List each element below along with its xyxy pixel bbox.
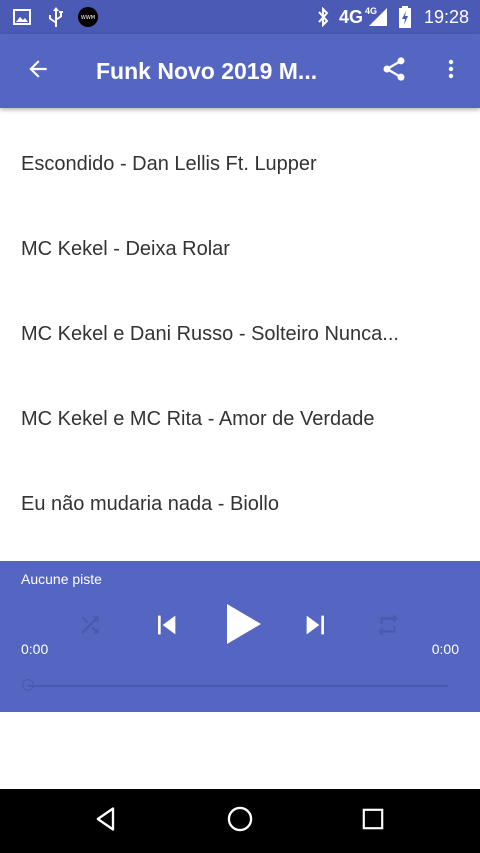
share-button[interactable]: [370, 47, 418, 95]
skip-previous-icon: [150, 609, 182, 646]
seek-bar[interactable]: [28, 685, 448, 687]
previous-button[interactable]: [142, 603, 190, 651]
page-title: Funk Novo 2019 M...: [96, 58, 318, 84]
shuffle-button[interactable]: [68, 605, 112, 649]
usb-icon: [44, 0, 68, 34]
skip-next-icon: [300, 609, 332, 646]
track-title: MC Kekel e MC Rita - Amor de Verdade: [21, 408, 375, 430]
seek-thumb[interactable]: [22, 679, 34, 691]
overflow-menu-button[interactable]: [427, 47, 475, 95]
nav-back-icon: [92, 805, 120, 838]
list-item[interactable]: MC Kekel e Dani Russo - Solteiro Nunca..…: [0, 278, 480, 363]
bluetooth-icon: [312, 0, 334, 34]
network-type: 4G: [339, 7, 364, 27]
nav-recents-icon: [360, 806, 386, 837]
svg-text:WWM: WWM: [81, 15, 95, 21]
more-vert-icon: [439, 57, 463, 86]
empty-area: [0, 712, 480, 789]
wwm-icon: WWM: [76, 0, 100, 34]
play-button[interactable]: [214, 597, 272, 655]
track-title: Eu não mudaria nada - Biollo: [21, 493, 279, 515]
total-time: 0:00: [431, 641, 459, 657]
nav-home-icon: [226, 805, 254, 838]
play-icon: [223, 602, 263, 651]
nav-back-button[interactable]: [82, 797, 130, 845]
nav-recents-button[interactable]: [349, 797, 397, 845]
nav-home-button[interactable]: [216, 797, 264, 845]
system-nav-bar: [0, 789, 480, 853]
track-title: MC Kekel e Dani Russo - Solteiro Nunca..…: [21, 323, 399, 345]
list-item[interactable]: Eu não mudaria nada - Biollo: [0, 448, 480, 533]
track-title: MC Kekel - Deixa Rolar: [21, 238, 230, 260]
signal-icon: [366, 0, 390, 34]
shuffle-icon: [77, 612, 103, 643]
next-button[interactable]: [292, 603, 340, 651]
track-list: Escondido - Dan Lellis Ft. Lupper MC Kek…: [0, 108, 480, 561]
elapsed-time: 0:00: [21, 641, 49, 657]
media-player: Aucune piste 0:00 0:00: [0, 561, 480, 712]
back-button[interactable]: [14, 47, 62, 95]
current-track-label: Aucune piste: [21, 571, 102, 587]
battery-charging-icon: [396, 0, 414, 34]
list-item[interactable]: Escondido - Dan Lellis Ft. Lupper: [0, 108, 480, 193]
status-bar: WWM 4G 4G 19:28: [0, 0, 480, 34]
app-bar: Funk Novo 2019 M...: [0, 34, 480, 108]
share-icon: [380, 55, 408, 88]
repeat-button[interactable]: [366, 605, 410, 649]
list-item[interactable]: MC Kekel e MC Rita - Amor de Verdade: [0, 363, 480, 448]
track-title: Escondido - Dan Lellis Ft. Lupper: [21, 153, 317, 175]
image-icon: [10, 0, 34, 34]
repeat-icon: [375, 612, 401, 643]
arrow-left-icon: [25, 56, 51, 87]
list-item[interactable]: MC Kekel - Deixa Rolar: [0, 193, 480, 278]
clock: 19:28: [423, 7, 469, 27]
